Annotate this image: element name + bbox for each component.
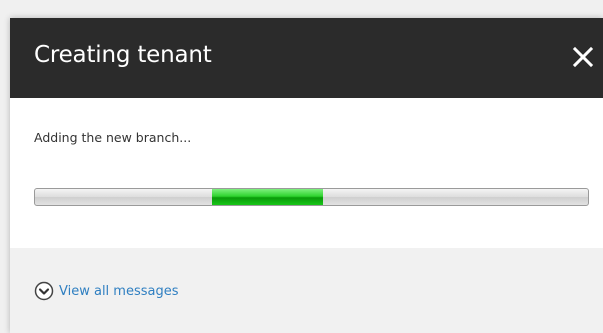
view-all-messages-link[interactable]: View all messages	[34, 281, 179, 301]
dialog-header: Creating tenant	[10, 18, 603, 98]
view-all-messages-label: View all messages	[59, 283, 179, 299]
progress-bar	[34, 188, 589, 206]
dialog-body: Adding the new branch...	[10, 98, 603, 248]
close-icon	[572, 46, 594, 68]
status-text: Adding the new branch...	[34, 130, 192, 145]
dialog-footer: View all messages	[10, 248, 603, 333]
dialog-title: Creating tenant	[34, 42, 212, 68]
chevron-down-circle-icon	[34, 281, 54, 301]
close-button[interactable]	[565, 39, 601, 75]
creating-tenant-dialog: Creating tenant Adding the new branch...…	[10, 18, 603, 333]
progress-fill	[211, 189, 323, 205]
